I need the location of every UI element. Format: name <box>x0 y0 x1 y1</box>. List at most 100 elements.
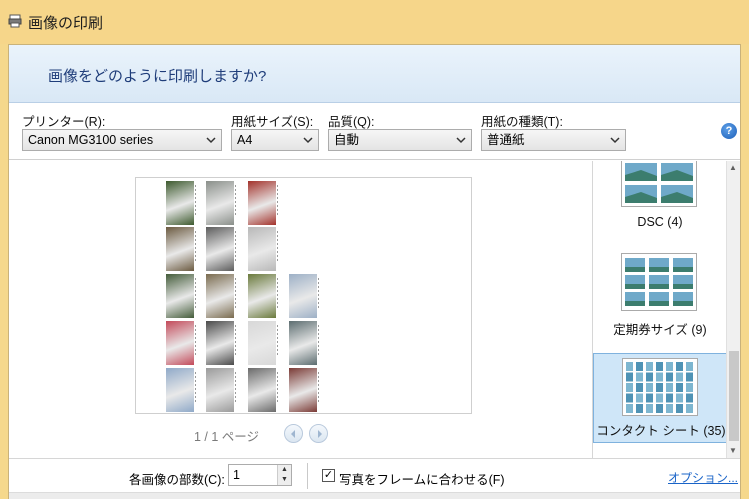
contact-sheet-cell <box>676 372 683 382</box>
quality-select[interactable]: 自動 <box>328 129 472 151</box>
preview-thumbnail <box>248 321 278 365</box>
chevron-down-icon <box>206 137 216 144</box>
thumbnail-image <box>289 321 317 365</box>
contact-sheet-cell <box>676 404 683 413</box>
scroll-down-icon[interactable]: ▼ <box>729 446 737 455</box>
printer-select[interactable]: Canon MG3100 series <box>22 129 222 151</box>
contact-sheet-cell <box>626 372 633 382</box>
contact-sheet-cell <box>656 404 663 413</box>
thumbnail-image <box>166 181 194 225</box>
thumbnail-image <box>206 181 234 225</box>
preview-thumbnail <box>248 274 278 318</box>
thumbnail-image <box>248 227 276 271</box>
paper-size-group: 用紙サイズ(S): A4 <box>231 111 319 151</box>
thumbnail-image <box>206 368 234 412</box>
preview-thumbnail <box>206 227 236 271</box>
chevron-down-icon <box>610 137 620 144</box>
thumbnail-caption <box>235 185 236 217</box>
paper-type-label: 用紙の種類(T): <box>481 115 563 129</box>
preview-page <box>135 177 472 414</box>
thumbnail-image <box>206 321 234 365</box>
thumbnail-image <box>206 274 234 318</box>
title-bar: 画像の印刷 <box>0 0 749 44</box>
contact-sheet-cell <box>626 393 633 403</box>
layout-item-contact-sheet[interactable]: コンタクト シート (35) <box>593 353 727 443</box>
thumbnail-caption <box>318 278 319 310</box>
thumbnail-image <box>166 227 194 271</box>
paper-size-select[interactable]: A4 <box>231 129 319 151</box>
preview-thumbnail <box>206 181 236 225</box>
layout-pass-size-thumbnail <box>621 253 697 311</box>
preview-thumbnail <box>248 368 278 412</box>
print-dialog: 画像をどのように印刷しますか? プリンター(R): Canon MG3100 s… <box>8 44 741 499</box>
contact-sheet-cell <box>666 383 673 392</box>
contact-sheet-cell <box>626 383 633 392</box>
paper-type-group: 用紙の種類(T): 普通紙 <box>481 111 626 151</box>
copies-value[interactable]: 1 <box>233 468 240 482</box>
arrow-right-icon <box>318 430 322 438</box>
prev-page-button[interactable] <box>284 424 303 443</box>
preview-thumbnail <box>289 274 319 318</box>
paper-type-select[interactable]: 普通紙 <box>481 129 626 151</box>
contact-sheet-cell <box>666 404 673 413</box>
contact-sheet-cell <box>646 362 653 371</box>
thumbnail-caption <box>318 372 319 404</box>
chevron-down-icon <box>303 137 313 144</box>
options-link[interactable]: オプション... <box>668 469 738 486</box>
next-page-button[interactable] <box>309 424 328 443</box>
contact-sheet-cell <box>656 372 663 382</box>
contact-sheet-cell <box>646 383 653 392</box>
arrow-left-icon <box>291 430 295 438</box>
fit-to-frame-label[interactable]: 写真をフレームに合わせる(F) <box>339 469 505 488</box>
preview-thumbnail <box>248 227 278 271</box>
preview-thumbnail <box>166 368 196 412</box>
thumbnail-caption <box>277 231 278 263</box>
thumbnail-image <box>166 368 194 412</box>
contact-sheet-cell <box>636 362 643 371</box>
fit-to-frame-checkbox[interactable]: ✓ <box>322 469 335 482</box>
thumbnail-caption <box>195 278 196 310</box>
decrement-icon[interactable]: ▼ <box>278 475 291 485</box>
thumbnail-caption <box>235 372 236 404</box>
dialog-footer: 各画像の部数(C): 1 ▲ ▼ ✓ 写真をフレームに合わせる(F) オプション… <box>9 458 740 492</box>
preview-thumbnail <box>206 321 236 365</box>
scrollbar-thumb[interactable] <box>729 351 739 441</box>
layout-list: DSC (4) 定期券サイズ (9) コンタクト シート (35) <box>592 161 740 458</box>
contact-sheet-cell <box>656 362 663 371</box>
layout-item-pass-size[interactable]: 定期券サイズ (9) <box>593 249 727 345</box>
contact-sheet-cell <box>646 372 653 382</box>
printer-label: プリンター(R): <box>22 115 106 129</box>
layout-scrollbar[interactable]: ▲ ▼ <box>726 161 740 458</box>
layout-dsc-label: DSC (4) <box>637 215 683 229</box>
footer-divider <box>307 463 308 489</box>
thumbnail-caption <box>235 231 236 263</box>
contact-sheet-cell <box>686 393 693 403</box>
thumbnail-caption <box>195 372 196 404</box>
thumbnail-caption <box>277 325 278 357</box>
layout-dsc-thumbnail <box>621 161 697 207</box>
thumbnail-image <box>289 274 317 318</box>
thumbnail-image <box>166 274 194 318</box>
check-icon: ✓ <box>323 469 334 481</box>
thumbnail-image <box>166 321 194 365</box>
scroll-up-icon[interactable]: ▲ <box>729 163 737 172</box>
print-preview: 1 / 1 ページ <box>9 161 591 458</box>
thumbnail-caption <box>277 372 278 404</box>
contact-sheet-cell <box>666 362 673 371</box>
help-icon[interactable]: ? <box>721 123 737 139</box>
copies-spin-buttons: ▲ ▼ <box>277 465 291 485</box>
increment-icon[interactable]: ▲ <box>278 465 291 475</box>
paper-type-value: 普通紙 <box>487 133 525 147</box>
preview-thumbnail <box>166 227 196 271</box>
preview-thumbnail <box>206 368 236 412</box>
preview-thumbnail <box>289 321 319 365</box>
copies-stepper[interactable]: 1 ▲ ▼ <box>228 464 292 486</box>
preview-thumbnail <box>166 321 196 365</box>
contact-sheet-cell <box>656 393 663 403</box>
contact-sheet-cell <box>656 383 663 392</box>
window-title: 画像の印刷 <box>28 15 104 32</box>
contact-sheet-cell <box>626 362 633 371</box>
print-options-bar: プリンター(R): Canon MG3100 series 用紙サイズ(S): … <box>9 104 740 160</box>
layout-item-dsc[interactable]: DSC (4) <box>593 161 727 237</box>
thumbnail-image <box>206 227 234 271</box>
